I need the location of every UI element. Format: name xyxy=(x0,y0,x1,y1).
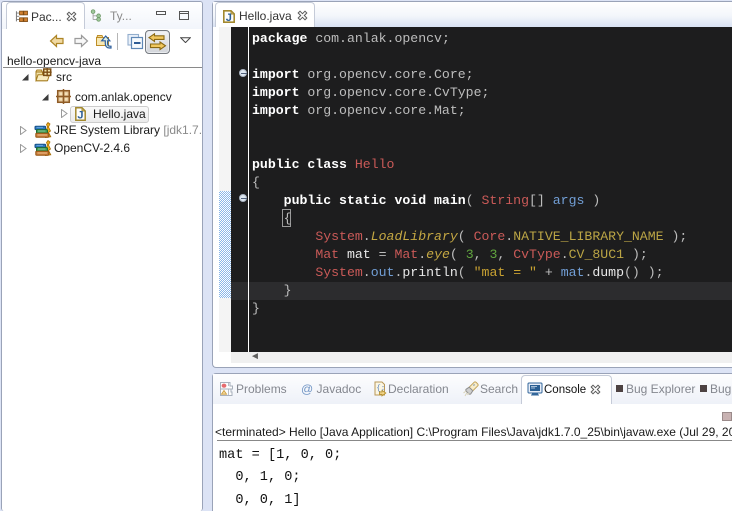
svg-text:J: J xyxy=(226,12,232,23)
svg-text:J: J xyxy=(77,110,83,122)
